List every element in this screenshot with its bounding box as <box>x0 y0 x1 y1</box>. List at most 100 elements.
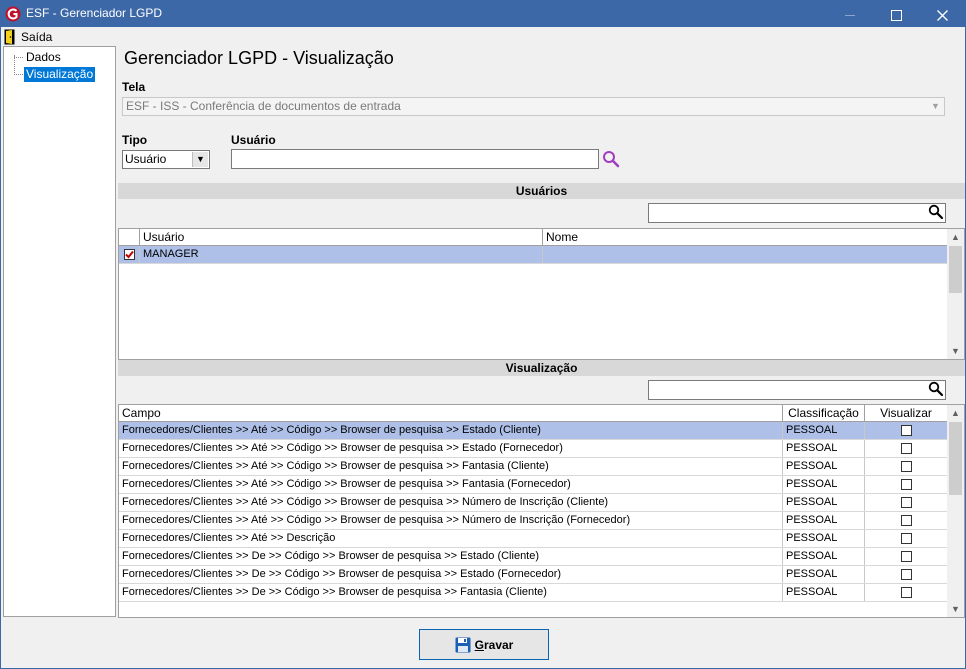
scrollbar-thumb[interactable] <box>949 422 962 495</box>
main-panel: Gerenciador LGPD - Visualização Tela ESF… <box>117 46 965 621</box>
table-row[interactable]: Fornecedores/Clientes >> De >> Código >>… <box>119 566 947 584</box>
view-row-field: Fornecedores/Clientes >> De >> Código >>… <box>119 584 783 601</box>
title-bar: ESF - Gerenciador LGPD <box>1 1 965 27</box>
close-icon <box>936 9 948 21</box>
visualize-checkbox[interactable] <box>901 425 912 436</box>
scroll-down-icon[interactable]: ▼ <box>947 343 964 359</box>
view-col-visualize[interactable]: Visualizar <box>865 405 947 421</box>
users-row-user: MANAGER <box>140 246 543 263</box>
chevron-down-icon: ▼ <box>931 101 940 111</box>
visualize-checkbox[interactable] <box>901 479 912 490</box>
save-button-label: Gravar <box>475 638 514 652</box>
visualize-checkbox[interactable] <box>901 551 912 562</box>
menu-exit-label: Saída <box>21 29 53 44</box>
maximize-button[interactable] <box>873 1 919 27</box>
chevron-down-icon[interactable]: ▼ <box>192 152 208 167</box>
maximize-icon <box>890 9 902 21</box>
view-filter-search-icon[interactable] <box>928 381 944 397</box>
main-window: ESF - Gerenciador LGPD Saída Dados Visua… <box>0 0 966 669</box>
scroll-up-icon[interactable]: ▲ <box>947 229 964 245</box>
view-row-visualize-cell <box>865 494 947 511</box>
visualize-checkbox[interactable] <box>901 461 912 472</box>
view-grid-scrollbar[interactable]: ▲ ▼ <box>947 405 964 617</box>
scrollbar-thumb[interactable] <box>949 246 962 293</box>
table-row[interactable]: Fornecedores/Clientes >> De >> Código >>… <box>119 548 947 566</box>
page-title: Gerenciador LGPD - Visualização <box>124 48 394 68</box>
users-grid: Usuário Nome MANAGER ▲ ▼ <box>118 228 965 360</box>
visualize-checkbox[interactable] <box>901 515 912 526</box>
type-label: Tipo <box>122 133 148 147</box>
view-row-field: Fornecedores/Clientes >> Até >> Código >… <box>119 512 783 529</box>
view-row-visualize-cell <box>865 584 947 601</box>
view-row-field: Fornecedores/Clientes >> Até >> Código >… <box>119 458 783 475</box>
view-row-classification: PESSOAL <box>783 566 865 583</box>
view-row-classification: PESSOAL <box>783 584 865 601</box>
view-row-classification: PESSOAL <box>783 530 865 547</box>
users-col-user[interactable]: Usuário <box>140 229 543 245</box>
view-row-visualize-cell <box>865 476 947 493</box>
view-row-field: Fornecedores/Clientes >> Até >> Descriçã… <box>119 530 783 547</box>
window-title: ESF - Gerenciador LGPD <box>26 6 163 20</box>
view-row-classification: PESSOAL <box>783 512 865 529</box>
tree-item-dados[interactable]: Dados <box>24 50 63 65</box>
user-input[interactable] <box>231 149 599 169</box>
screen-select[interactable]: ESF - ISS - Conferência de documentos de… <box>122 97 945 116</box>
view-col-classification[interactable]: Classificação <box>783 405 865 421</box>
view-row-visualize-cell <box>865 566 947 583</box>
view-row-classification: PESSOAL <box>783 476 865 493</box>
tree-item-visualizacao[interactable]: Visualização <box>24 67 96 82</box>
table-row[interactable]: Fornecedores/Clientes >> Até >> Código >… <box>119 512 947 530</box>
visualize-checkbox[interactable] <box>901 569 912 580</box>
tree-connector <box>14 55 15 75</box>
view-row-visualize-cell <box>865 530 947 547</box>
scroll-up-icon[interactable]: ▲ <box>947 405 964 421</box>
visualize-checkbox[interactable] <box>901 533 912 544</box>
view-row-field: Fornecedores/Clientes >> De >> Código >>… <box>119 548 783 565</box>
view-row-field: Fornecedores/Clientes >> Até >> Código >… <box>119 476 783 493</box>
screen-select-value: ESF - ISS - Conferência de documentos de… <box>126 99 401 113</box>
navigation-tree: Dados Visualização <box>3 46 116 617</box>
menu-bar: Saída <box>1 27 965 46</box>
view-filter-input[interactable] <box>648 380 946 400</box>
visualize-checkbox[interactable] <box>901 497 912 508</box>
menu-exit[interactable]: Saída <box>4 28 52 45</box>
users-col-name[interactable]: Nome <box>543 229 947 245</box>
table-row[interactable]: Fornecedores/Clientes >> Até >> Código >… <box>119 476 947 494</box>
view-section-title: Visualização <box>118 360 965 376</box>
save-button[interactable]: Gravar <box>419 629 549 660</box>
view-row-field: Fornecedores/Clientes >> Até >> Código >… <box>119 422 783 439</box>
visualize-checkbox[interactable] <box>901 587 912 598</box>
table-row[interactable]: Fornecedores/Clientes >> Até >> Código >… <box>119 440 947 458</box>
table-row[interactable]: Fornecedores/Clientes >> Até >> Código >… <box>119 422 947 440</box>
table-row[interactable]: Fornecedores/Clientes >> De >> Código >>… <box>119 584 947 602</box>
tree-connector <box>14 74 23 75</box>
table-row[interactable]: Fornecedores/Clientes >> Até >> Código >… <box>119 458 947 476</box>
scroll-down-icon[interactable]: ▼ <box>947 601 964 617</box>
exit-door-icon <box>4 29 15 44</box>
visualize-checkbox[interactable] <box>901 443 912 454</box>
view-grid-header: Campo Classificação Visualizar <box>119 405 947 422</box>
users-filter-input[interactable] <box>648 203 946 223</box>
table-row[interactable]: MANAGER <box>119 246 947 264</box>
view-grid: Campo Classificação Visualizar Fornecedo… <box>118 404 965 618</box>
users-filter-search-icon[interactable] <box>928 204 944 220</box>
type-select[interactable]: Usuário ▼ <box>122 150 210 169</box>
minimize-button[interactable] <box>827 1 873 27</box>
screen-label: Tela <box>122 80 146 94</box>
table-row[interactable]: Fornecedores/Clientes >> Até >> Descriçã… <box>119 530 947 548</box>
minimize-icon <box>845 14 855 16</box>
view-col-field[interactable]: Campo <box>119 405 783 421</box>
checkbox-checked-icon[interactable] <box>124 249 135 260</box>
user-search-icon[interactable] <box>602 150 620 168</box>
app-logo-icon <box>5 6 21 22</box>
users-row-check-cell <box>119 246 140 263</box>
view-row-field: Fornecedores/Clientes >> De >> Código >>… <box>119 566 783 583</box>
tree-connector <box>14 57 23 58</box>
users-grid-scrollbar[interactable]: ▲ ▼ <box>947 229 964 359</box>
view-row-visualize-cell <box>865 422 947 439</box>
users-grid-header: Usuário Nome <box>119 229 947 246</box>
table-row[interactable]: Fornecedores/Clientes >> Até >> Código >… <box>119 494 947 512</box>
view-row-field: Fornecedores/Clientes >> Até >> Código >… <box>119 440 783 457</box>
close-button[interactable] <box>919 1 965 27</box>
view-row-visualize-cell <box>865 512 947 529</box>
